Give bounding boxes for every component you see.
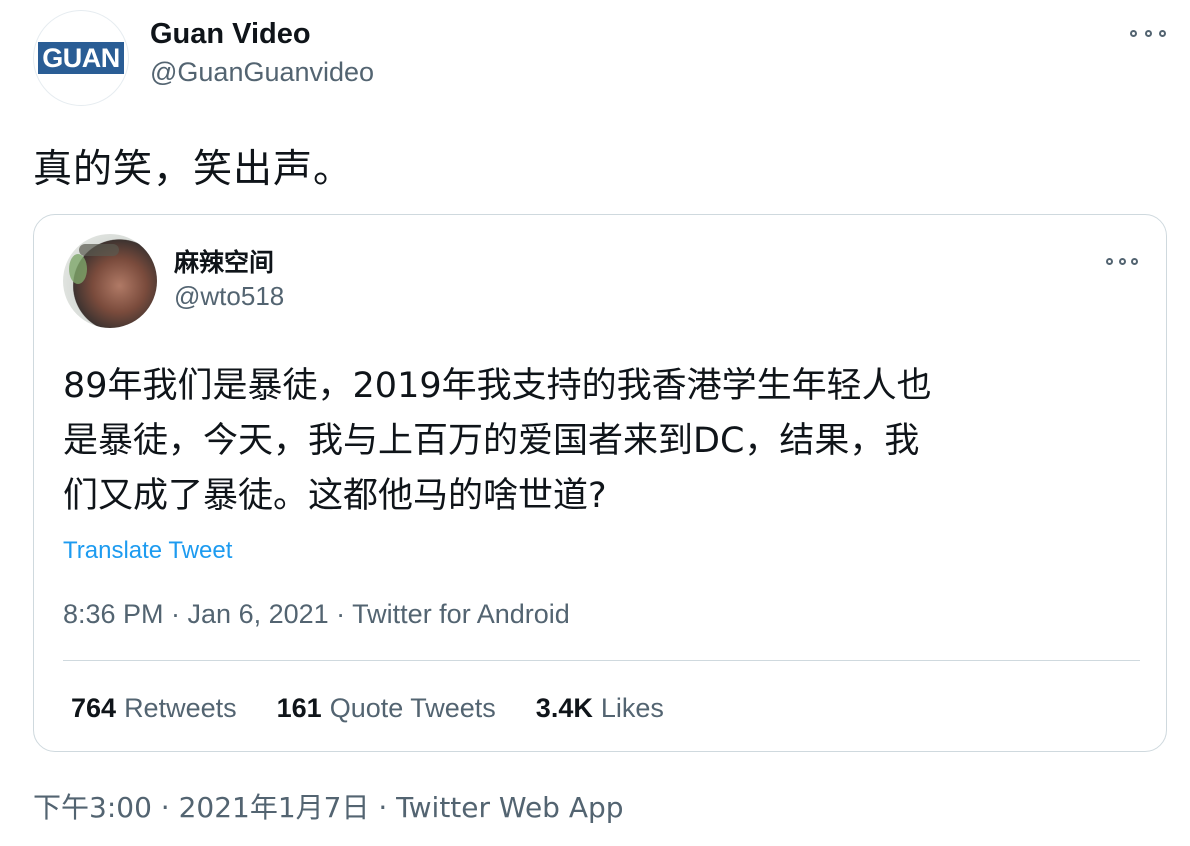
author-name[interactable]: Guan Video — [150, 18, 311, 51]
divider — [63, 660, 1140, 661]
tweet-text: 真的笑，笑出声。 — [33, 147, 354, 192]
quote-tweets-label: Quote Tweets — [329, 693, 496, 723]
more-options-icon[interactable] — [1130, 22, 1166, 44]
quote-tweets-stat[interactable]: 161 Quote Tweets — [277, 693, 496, 724]
quoted-text-line: 们又成了暴徒。这都他马的啥世道? — [63, 476, 607, 516]
quoted-tweet-meta[interactable]: 8:36 PM · Jan 6, 2021 · Twitter for Andr… — [63, 599, 570, 630]
quoted-author-name[interactable]: 麻辣空间 — [174, 243, 274, 279]
author-avatar[interactable]: GUAN — [33, 10, 129, 106]
likes-count: 3.4K — [535, 693, 593, 723]
tweet-timestamp-source[interactable]: 下午3:00 · 2021年1月7日 · Twitter Web App — [33, 786, 624, 826]
likes-label: Likes — [600, 693, 664, 723]
author-handle[interactable]: @GuanGuanvideo — [150, 57, 374, 88]
quoted-tweet-text: 89年我们是暴徒，2019年我支持的我香港学生年轻人也 是暴徒，今天，我与上百万… — [63, 359, 1143, 524]
likes-stat[interactable]: 3.4K Likes — [536, 693, 664, 724]
quoted-text-line: 是暴徒，今天，我与上百万的爱国者来到DC，结果，我 — [63, 421, 920, 461]
quote-tweets-count: 161 — [276, 693, 322, 723]
guan-logo: GUAN — [38, 42, 124, 74]
quoted-tweet[interactable]: 麻辣空间 @wto518 89年我们是暴徒，2019年我支持的我香港学生年轻人也… — [33, 214, 1167, 752]
quoted-text-line: 89年我们是暴徒，2019年我支持的我香港学生年轻人也 — [63, 366, 932, 406]
quoted-author-avatar[interactable] — [63, 234, 157, 328]
retweets-label: Retweets — [124, 693, 237, 723]
quoted-author-handle[interactable]: @wto518 — [174, 281, 284, 312]
retweets-count: 764 — [71, 693, 117, 723]
tweet: GUAN Guan Video @GuanGuanvideo 真的笑，笑出声。 … — [0, 0, 1190, 846]
retweets-stat[interactable]: 764 Retweets — [71, 693, 237, 724]
quoted-more-options-icon[interactable] — [1106, 251, 1138, 271]
translate-tweet-link[interactable]: Translate Tweet — [63, 537, 232, 565]
engagement-stats: 764 Retweets 161 Quote Tweets 3.4K Likes — [71, 693, 704, 724]
